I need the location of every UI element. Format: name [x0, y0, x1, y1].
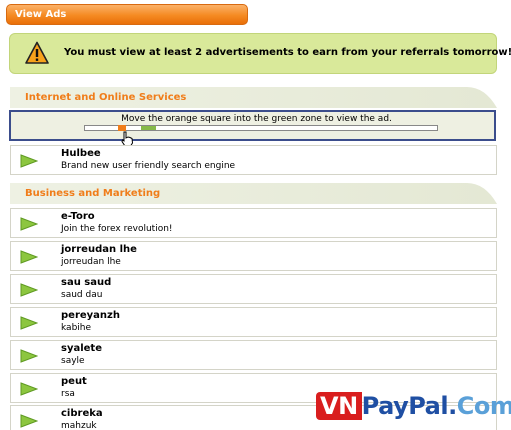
header-curve-decoration	[467, 183, 497, 204]
slider-track[interactable]	[84, 125, 438, 131]
ad-description: Join the forex revolution!	[61, 224, 173, 234]
ad-description: rsa	[61, 389, 75, 399]
watermark-dot: .	[448, 392, 457, 420]
ad-description: kabihe	[61, 323, 92, 333]
ad-title[interactable]: Hulbee	[61, 148, 101, 159]
ad-description: Brand new user friendly search engine	[61, 161, 236, 171]
category-header-internet: Internet and Online Services	[10, 87, 497, 108]
green-arrow-icon	[20, 349, 38, 363]
ad-title[interactable]: pereyanzh	[61, 310, 120, 321]
vnpaypal-watermark: VN PayPal.Com	[316, 392, 511, 424]
referral-warning-banner: You must view at least 2 advertisements …	[9, 33, 511, 74]
view-ads-tab: View Ads	[6, 4, 248, 25]
category-label: Business and Marketing	[25, 188, 161, 199]
green-arrow-icon	[20, 250, 38, 264]
page-title: View Ads	[15, 9, 67, 20]
ad-title[interactable]: sau saud	[61, 277, 111, 288]
warning-triangle-icon	[25, 41, 49, 64]
green-arrow-icon	[20, 414, 38, 428]
green-arrow-icon	[20, 283, 38, 297]
ad-title[interactable]: jorreudan lhe	[61, 244, 137, 255]
ad-description: saud dau	[61, 290, 103, 300]
ad-row-pereyanzh[interactable]: pereyanzh kabihe	[10, 307, 497, 337]
green-arrow-icon	[20, 382, 38, 396]
ad-title[interactable]: syalete	[61, 343, 102, 354]
ad-description: sayle	[61, 356, 85, 366]
ad-verification-slider-box: Move the orange square into the green zo…	[9, 110, 496, 147]
watermark-paypal: PayPal	[361, 392, 449, 420]
category-header-business: Business and Marketing	[10, 183, 497, 204]
watermark-vn: VN	[316, 392, 362, 420]
ad-description: mahzuk	[61, 421, 97, 430]
ad-row-hulbee[interactable]: Hulbee Brand new user friendly search en…	[10, 145, 497, 175]
ad-row-syalete[interactable]: syalete sayle	[10, 340, 497, 370]
watermark-com: Com	[456, 392, 511, 420]
header-curve-decoration	[467, 87, 497, 108]
category-label: Internet and Online Services	[25, 92, 187, 103]
ad-title[interactable]: peut	[61, 376, 87, 387]
green-arrow-icon	[20, 316, 38, 330]
verification-instruction: Move the orange square into the green zo…	[121, 114, 392, 124]
ad-row-sau-saud[interactable]: sau saud saud dau	[10, 274, 497, 304]
warning-message: You must view at least 2 advertisements …	[64, 47, 511, 58]
green-zone	[141, 126, 156, 130]
ad-title[interactable]: e-Toro	[61, 211, 95, 222]
ad-row-etoro[interactable]: e-Toro Join the forex revolution!	[10, 208, 497, 238]
green-arrow-icon	[20, 154, 38, 168]
ad-row-jorreudan[interactable]: jorreudan lhe jorreudan lhe	[10, 241, 497, 271]
ad-title[interactable]: cibreka	[61, 408, 103, 419]
green-arrow-icon	[20, 217, 38, 231]
ad-description: jorreudan lhe	[61, 257, 121, 267]
